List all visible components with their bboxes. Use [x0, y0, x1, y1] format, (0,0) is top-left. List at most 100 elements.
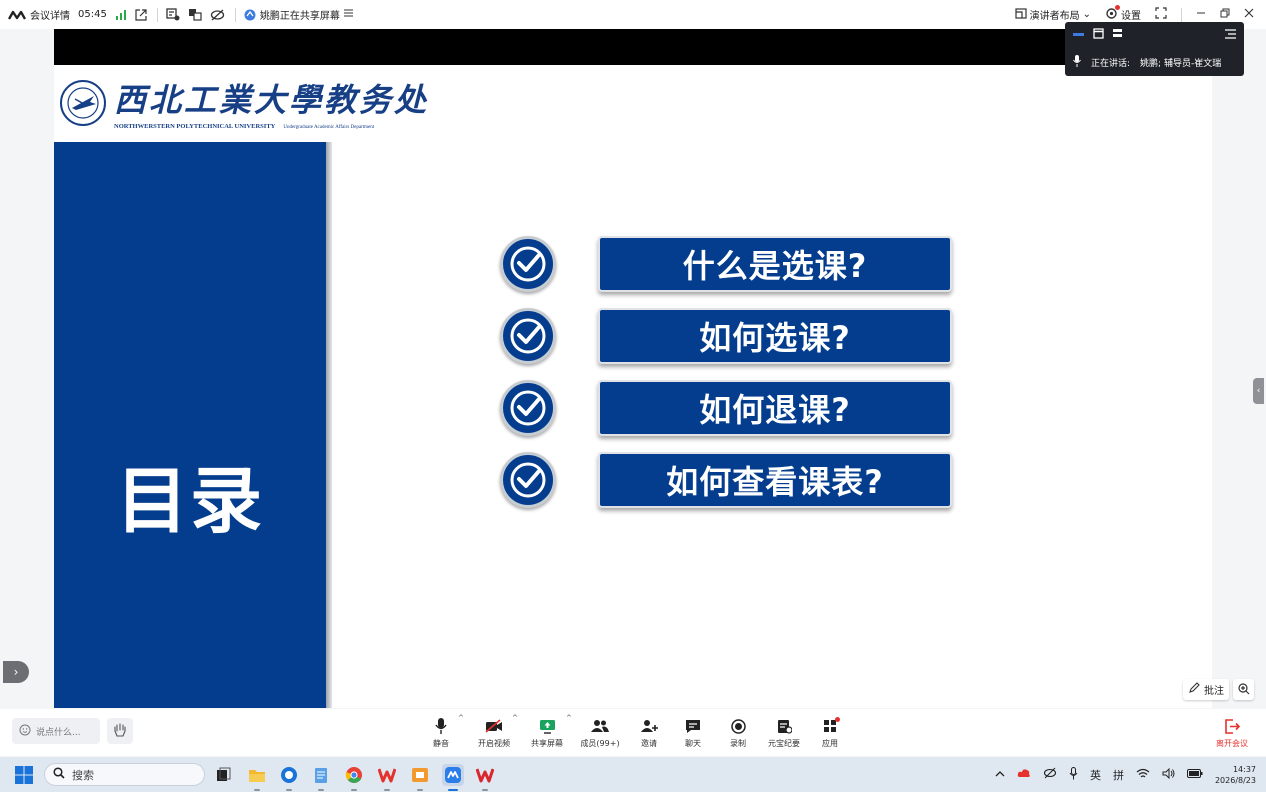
expand-right-button[interactable]: ‹ — [1253, 378, 1264, 404]
popout-icon[interactable] — [135, 8, 147, 21]
ime-language[interactable]: 英 — [1090, 767, 1101, 783]
share-options-caret[interactable]: ^ — [566, 714, 572, 722]
elapsed-time: 05:45 — [78, 9, 107, 20]
zoom-in-icon — [1237, 680, 1250, 699]
meeting-logo-icon — [8, 10, 26, 20]
eye-off-icon[interactable] — [1043, 767, 1057, 782]
logo-english-name: NORTHWERSTERN POLYTECHNICAL UNIVERSITY — [114, 123, 276, 130]
clock-date: 2026/8/23 — [1214, 775, 1256, 785]
contents-item: 如何选课? — [500, 308, 960, 366]
notes-icon — [777, 717, 792, 735]
meeting-window: 会议详情 05:45 姚鹏正在共享屏幕 演讲者布局 ⌄ 设置 西北工業大學教务处… — [0, 0, 1266, 792]
clock[interactable]: 14:37 2026/8/23 — [1215, 764, 1256, 786]
settings-button[interactable]: 设置 — [1105, 4, 1141, 23]
members-button[interactable]: 成员(99+) — [572, 717, 628, 749]
zoom-button[interactable] — [1233, 679, 1254, 700]
task-view-icon[interactable] — [212, 764, 234, 786]
microphone-icon[interactable] — [1069, 766, 1078, 783]
mute-label: 静音 — [433, 739, 449, 748]
chevron-right-icon: › — [13, 665, 19, 679]
taskbar-search-placeholder: 搜索 — [72, 768, 94, 782]
speaker-panel-view-controls — [1065, 22, 1244, 48]
start-button[interactable] — [13, 764, 35, 786]
caption-icon[interactable] — [166, 8, 180, 21]
list-icon — [343, 9, 353, 20]
chrome-icon[interactable] — [343, 764, 365, 791]
logo-text: 西北工業大學教务处 NORTHWERSTERN POLYTECHNICAL UN… — [114, 75, 429, 130]
microphone-icon — [1073, 54, 1081, 70]
battery-icon[interactable] — [1186, 768, 1203, 781]
list-view-icon[interactable] — [1112, 28, 1123, 42]
members-label: 成员(99+) — [580, 739, 620, 748]
windows-logo-icon — [15, 766, 33, 784]
hide-icon[interactable] — [210, 9, 225, 21]
quick-chat-input[interactable]: 说点什么... — [12, 718, 100, 744]
video-options-caret[interactable]: ^ — [512, 714, 518, 722]
chevron-left-icon: ‹ — [1256, 386, 1261, 396]
sharing-status-label: 姚鹏正在共享屏幕 — [259, 11, 340, 22]
panel-menu-icon[interactable] — [1225, 28, 1236, 42]
wps-pdf-icon[interactable] — [474, 764, 496, 791]
speaking-indicator: 正在讲话: 姚鹏; 辅导员-崔文瑞 — [1065, 48, 1244, 76]
fullscreen-icon[interactable] — [1155, 7, 1167, 22]
ime-mode[interactable]: 拼 — [1113, 767, 1124, 783]
translate-icon[interactable] — [188, 8, 202, 21]
chevron-up-icon[interactable] — [995, 768, 1005, 781]
emoji-icon — [19, 724, 31, 739]
restore-icon[interactable] — [1220, 8, 1230, 21]
minimize-panel-icon[interactable] — [1073, 29, 1085, 42]
hand-icon — [113, 722, 127, 741]
minimize-icon[interactable] — [1196, 8, 1206, 21]
share-screen-icon — [539, 717, 556, 735]
divider — [234, 7, 236, 22]
wifi-icon[interactable] — [1136, 768, 1150, 782]
contents-item: 如何退课? — [500, 380, 960, 438]
raise-hand-button[interactable] — [107, 718, 133, 744]
speaking-prefix: 正在讲话: — [1091, 58, 1131, 69]
apps-button[interactable]: 应用 — [802, 717, 858, 749]
mute-options-caret[interactable]: ^ — [458, 714, 464, 722]
shared-slide: 西北工業大學教务处 NORTHWERSTERN POLYTECHNICAL UN… — [54, 65, 1212, 708]
window-view-icon[interactable] — [1093, 28, 1104, 42]
running-indicator — [417, 789, 423, 791]
contents-title: 目录 — [115, 459, 264, 543]
apps-icon — [823, 717, 840, 735]
contents-item-label: 如何退课? — [598, 380, 952, 436]
leave-meeting-button[interactable]: 离开会议 — [1212, 717, 1252, 749]
invite-label: 邀请 — [641, 739, 657, 748]
divider — [1181, 7, 1182, 22]
chat-label: 聊天 — [685, 739, 701, 748]
wps-icon[interactable] — [376, 764, 398, 791]
meeting-app-icon[interactable] — [442, 764, 464, 791]
layout-button[interactable]: 演讲者布局 ⌄ — [1015, 7, 1091, 22]
microphone-icon — [435, 717, 447, 735]
record-label: 录制 — [730, 739, 746, 748]
search-icon — [53, 767, 65, 782]
meeting-toolbar: 说点什么... 静音 ^ 开启视频 ^ 共享屏幕 ^ 成员(99+) 邀请 聊天… — [0, 709, 1266, 756]
speaking-names: 姚鹏; 辅导员-崔文瑞 — [1140, 58, 1222, 69]
logo-english-line: NORTHWERSTERN POLYTECHNICAL UNIVERSITY U… — [114, 121, 429, 130]
sharing-status[interactable]: 姚鹏正在共享屏幕 — [244, 7, 353, 22]
close-icon[interactable] — [1244, 8, 1254, 21]
taskbar-search[interactable]: 搜索 — [44, 763, 205, 786]
share-screen-label: 共享屏幕 — [531, 739, 563, 748]
expand-left-button[interactable]: › — [3, 661, 29, 683]
meeting-notes-label: 元宝纪要 — [768, 739, 800, 748]
cloud-icon[interactable] — [1017, 767, 1031, 782]
contents-item-label: 如何选课? — [598, 308, 952, 364]
quick-chat-placeholder: 说点什么... — [36, 727, 81, 738]
notification-dot — [835, 717, 840, 722]
meeting-details-button[interactable]: 会议详情 — [8, 7, 70, 22]
browser-app-icon[interactable] — [278, 764, 300, 791]
file-explorer-icon[interactable] — [246, 764, 268, 791]
contents-item-label: 什么是选课? — [598, 236, 952, 292]
annotate-button[interactable]: 批注 — [1183, 679, 1229, 700]
notepad-icon[interactable] — [310, 764, 332, 791]
notification-dot — [1115, 4, 1120, 10]
slides-app-icon[interactable] — [409, 764, 431, 791]
contents-item: 什么是选课? — [500, 236, 960, 294]
check-circle-icon — [500, 452, 556, 508]
volume-icon[interactable] — [1162, 767, 1175, 782]
record-icon — [730, 717, 746, 735]
running-indicator — [384, 789, 390, 791]
